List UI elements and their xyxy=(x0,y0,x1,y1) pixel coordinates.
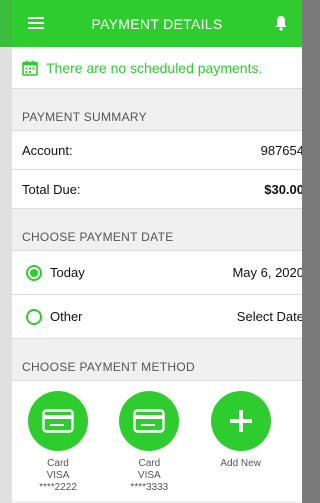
plus-icon xyxy=(229,410,252,432)
account-row: Account: 987654 xyxy=(12,131,302,170)
radio-icon[interactable] xyxy=(26,308,42,325)
card-button[interactable] xyxy=(28,391,88,451)
credit-card-icon xyxy=(42,409,74,433)
radio-icon[interactable] xyxy=(26,264,42,281)
background-content-strip xyxy=(0,47,12,503)
account-label: Account: xyxy=(22,142,73,158)
background-strip xyxy=(0,0,12,503)
calendar-icon xyxy=(22,60,38,76)
date-option-other[interactable]: Other Select Date xyxy=(12,295,302,339)
payment-details-panel: PAYMENT DETAILS There are no scheduled p… xyxy=(12,0,302,503)
card-type: Card xyxy=(138,458,161,469)
background-header-strip xyxy=(0,0,12,47)
menu-icon[interactable] xyxy=(28,17,44,29)
add-new-method[interactable]: Add New xyxy=(210,391,302,501)
card-brand: VISA xyxy=(46,470,70,481)
total-due-value: $30.00 xyxy=(264,181,302,197)
total-due-label: Total Due: xyxy=(22,181,81,197)
card-type: Card xyxy=(47,458,69,469)
notice-text: There are no scheduled payments. xyxy=(46,59,263,76)
payment-methods-list: Card VISA ****2222 Card VISA ****3333 Ad… xyxy=(12,381,302,501)
select-date-link[interactable]: Select Date xyxy=(237,309,302,324)
card-number: ****2222 xyxy=(39,482,77,493)
payment-summary-heading: PAYMENT SUMMARY xyxy=(12,89,302,131)
add-new-button[interactable] xyxy=(210,391,271,451)
payment-method-heading: CHOOSE PAYMENT METHOD xyxy=(12,339,302,381)
page-title: PAYMENT DETAILS xyxy=(91,15,223,32)
payment-date-heading: CHOOSE PAYMENT DATE xyxy=(12,209,302,251)
card-number: ****3333 xyxy=(130,482,169,493)
date-option-label: Today xyxy=(50,265,85,280)
payment-method-card[interactable]: Card VISA ****2222 xyxy=(28,391,119,501)
today-date-value: May 6, 2020 xyxy=(232,265,302,280)
date-option-label: Other xyxy=(50,309,83,324)
payment-method-card[interactable]: Card VISA ****3333 xyxy=(119,391,210,501)
credit-card-icon xyxy=(133,409,166,433)
account-value: 987654 xyxy=(260,142,302,158)
card-brand: VISA xyxy=(137,470,161,481)
scheduled-payments-notice: There are no scheduled payments. xyxy=(12,47,302,89)
add-new-label: Add New xyxy=(220,458,261,469)
app-header: PAYMENT DETAILS xyxy=(12,0,302,47)
total-due-row: Total Due: $30.00 xyxy=(12,170,302,209)
bell-icon[interactable] xyxy=(274,15,288,31)
date-option-today[interactable]: Today May 6, 2020 xyxy=(12,251,302,295)
card-button[interactable] xyxy=(119,391,180,451)
